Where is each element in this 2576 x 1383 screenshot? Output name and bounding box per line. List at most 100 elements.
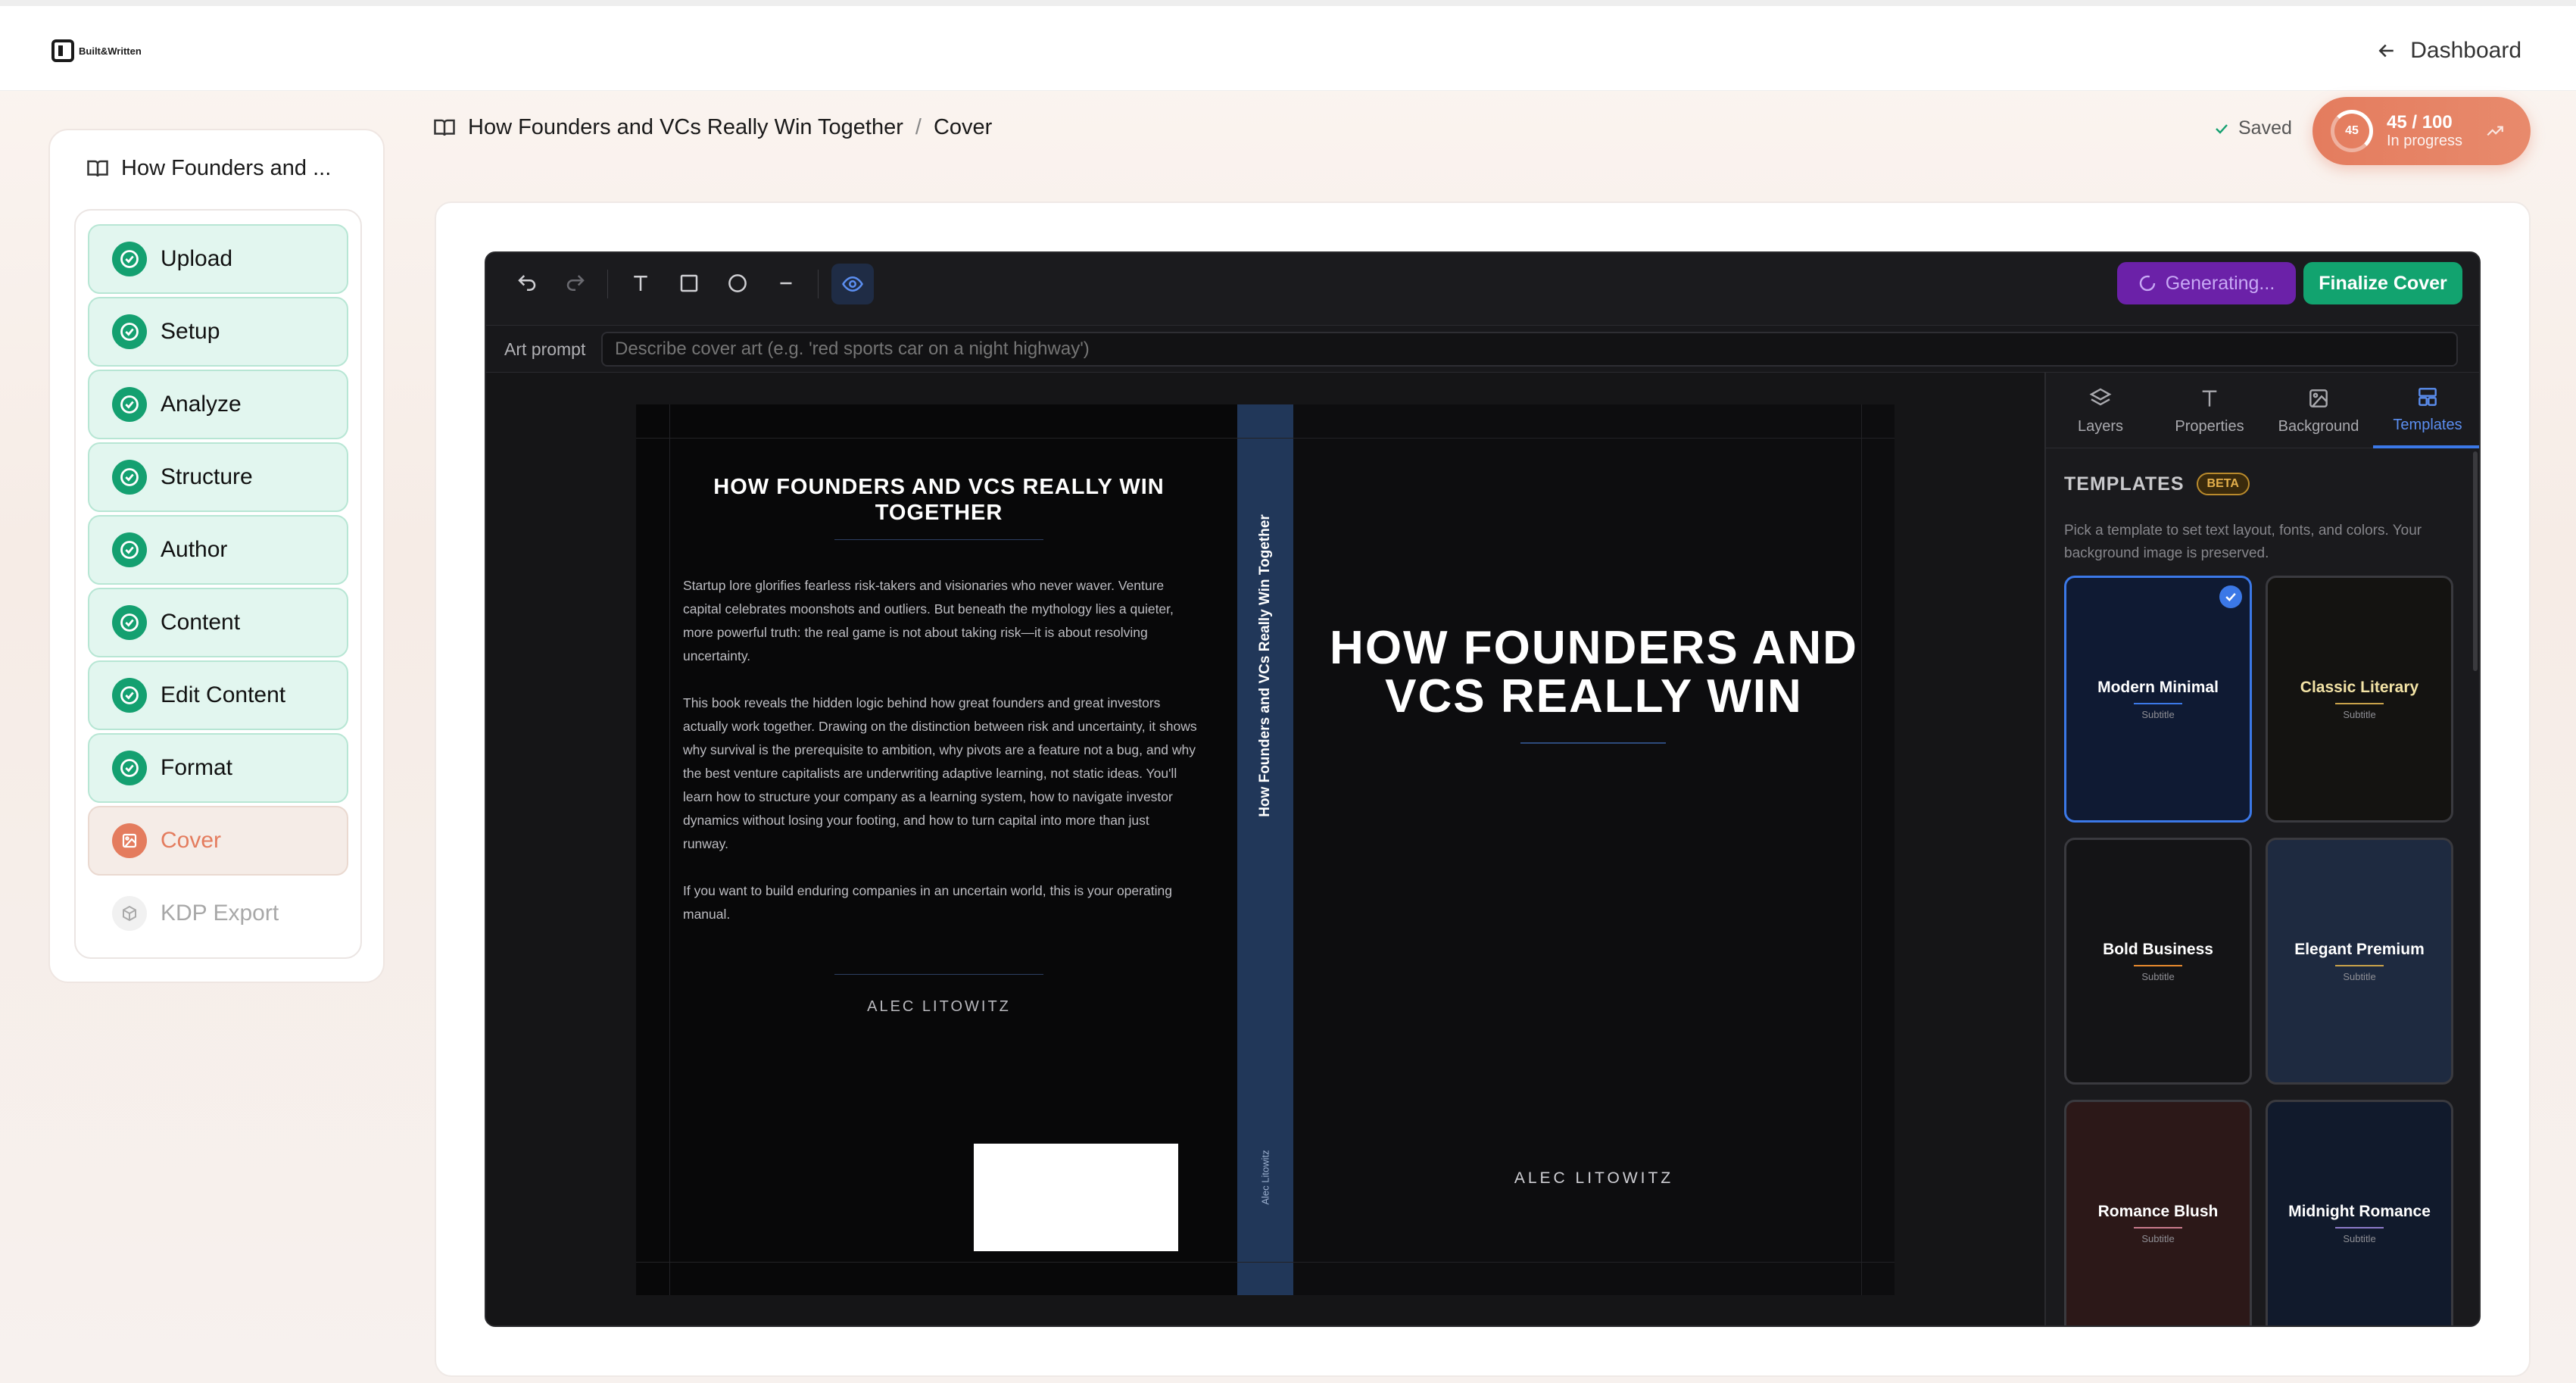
templates-title: TEMPLATES bbox=[2064, 473, 2185, 495]
step-edit-content[interactable]: Edit Content bbox=[88, 660, 348, 730]
sidebar-book-header[interactable]: How Founders and ... bbox=[86, 156, 331, 181]
image-icon bbox=[2309, 389, 2328, 407]
toolbar-divider bbox=[607, 270, 608, 298]
back-cover-blurb[interactable]: Startup lore glorifies fearless risk-tak… bbox=[683, 574, 1198, 950]
step-structure[interactable]: Structure bbox=[88, 442, 348, 512]
dashboard-link[interactable]: Dashboard bbox=[2375, 38, 2521, 64]
rectangle-tool-icon[interactable] bbox=[674, 268, 704, 298]
finalize-cover-button[interactable]: Finalize Cover bbox=[2303, 262, 2462, 304]
template-card[interactable]: Midnight Romance Subtitle bbox=[2266, 1100, 2453, 1325]
cover-canvas[interactable]: HOW FOUNDERS AND VCS REALLY WIN TOGETHER… bbox=[486, 373, 2044, 1325]
front-cover[interactable] bbox=[1293, 404, 1895, 1295]
front-cover-title[interactable]: HOW FOUNDERS AND VCS REALLY WIN bbox=[1308, 624, 1879, 721]
art-prompt-row: Art prompt bbox=[486, 326, 2479, 373]
check-icon bbox=[2216, 123, 2228, 134]
template-subtitle: Subtitle bbox=[2141, 970, 2175, 982]
logo-icon bbox=[51, 39, 74, 62]
check-circle-icon bbox=[112, 751, 147, 785]
check-circle-icon bbox=[112, 242, 147, 276]
back-author-rule bbox=[834, 974, 1043, 975]
bleed-guide bbox=[669, 404, 670, 1295]
step-label: Edit Content bbox=[161, 682, 286, 707]
step-label: Format bbox=[161, 755, 233, 780]
template-card[interactable]: Elegant Premium Subtitle bbox=[2266, 838, 2453, 1085]
tab-templates[interactable]: Templates bbox=[2373, 373, 2479, 448]
generating-button[interactable]: Generating... bbox=[2117, 262, 2296, 304]
panel-scrollbar[interactable] bbox=[2473, 451, 2478, 671]
step-label: Structure bbox=[161, 464, 253, 489]
blurb-paragraph: If you want to build enduring companies … bbox=[683, 883, 1172, 922]
breadcrumb-book[interactable]: How Founders and VCs Really Win Together bbox=[468, 115, 903, 140]
spinner-icon bbox=[2139, 275, 2155, 292]
undo-icon[interactable] bbox=[512, 268, 542, 298]
generating-label: Generating... bbox=[2165, 272, 2275, 294]
beta-badge: BETA bbox=[2196, 473, 2250, 495]
spine-author[interactable]: Alec Litowitz bbox=[1237, 1132, 1293, 1222]
step-label: Analyze bbox=[161, 392, 242, 417]
template-subtitle: Subtitle bbox=[2343, 708, 2376, 720]
template-name: Elegant Premium bbox=[2294, 940, 2425, 958]
progress-ring: 45 bbox=[2331, 110, 2373, 152]
cover-editor: Generating... Finalize Cover Art prompt … bbox=[485, 251, 2481, 1327]
step-author[interactable]: Author bbox=[88, 515, 348, 585]
step-label: Author bbox=[161, 537, 228, 562]
tab-label: Properties bbox=[2175, 417, 2244, 435]
selected-check-icon bbox=[2219, 585, 2242, 608]
template-card[interactable]: Classic Literary Subtitle bbox=[2266, 576, 2453, 823]
progress-label: In progress bbox=[2387, 132, 2463, 149]
template-accent-line bbox=[2134, 1226, 2182, 1228]
line-tool-icon[interactable] bbox=[771, 268, 801, 298]
app-logo[interactable]: Built&Written bbox=[51, 39, 142, 62]
circle-tool-icon[interactable] bbox=[722, 268, 753, 298]
blurb-paragraph: Startup lore glorifies fearless risk-tak… bbox=[683, 578, 1174, 663]
book-icon bbox=[434, 119, 455, 136]
template-card[interactable]: Modern Minimal Subtitle bbox=[2064, 576, 2252, 823]
step-label: Cover bbox=[161, 828, 222, 853]
back-cover-author[interactable]: ALEC LITOWITZ bbox=[681, 998, 1196, 1016]
step-kdp-export: KDP Export bbox=[88, 879, 348, 948]
bleed-guide bbox=[636, 1262, 1895, 1263]
dashboard-label: Dashboard bbox=[2410, 38, 2521, 63]
front-cover-author[interactable]: ALEC LITOWITZ bbox=[1308, 1169, 1879, 1188]
back-cover-title[interactable]: HOW FOUNDERS AND VCS REALLY WIN TOGETHER bbox=[681, 474, 1196, 526]
template-card[interactable]: Bold Business Subtitle bbox=[2064, 838, 2252, 1085]
step-upload[interactable]: Upload bbox=[88, 224, 348, 294]
cover-spread: HOW FOUNDERS AND VCS REALLY WIN TOGETHER… bbox=[636, 404, 1895, 1295]
spine-title[interactable]: How Founders and VCs Really Win Together bbox=[1237, 495, 1293, 836]
back-title-rule bbox=[834, 539, 1043, 540]
package-icon bbox=[112, 896, 147, 931]
step-setup[interactable]: Setup bbox=[88, 297, 348, 367]
template-accent-line bbox=[2335, 702, 2384, 704]
template-card[interactable]: Romance Blush Subtitle bbox=[2064, 1100, 2252, 1325]
preview-eye-icon[interactable] bbox=[831, 264, 874, 304]
step-content[interactable]: Content bbox=[88, 588, 348, 657]
check-circle-icon bbox=[112, 678, 147, 713]
progress-text: 45 / 100 In progress bbox=[2387, 112, 2463, 150]
book-icon bbox=[87, 160, 108, 176]
step-format[interactable]: Format bbox=[88, 733, 348, 803]
breadcrumb-separator: / bbox=[915, 115, 922, 139]
tab-layers[interactable]: Layers bbox=[2046, 373, 2155, 448]
template-accent-line bbox=[2134, 964, 2182, 966]
step-label: KDP Export bbox=[161, 901, 279, 926]
logo-text: Built&Written bbox=[79, 45, 142, 57]
progress-pill[interactable]: 45 45 / 100 In progress bbox=[2312, 97, 2531, 165]
top-bar: Built&Written Dashboard bbox=[0, 0, 2576, 91]
step-analyze[interactable]: Analyze bbox=[88, 370, 348, 439]
check-circle-icon bbox=[112, 605, 147, 640]
step-cover[interactable]: Cover bbox=[88, 806, 348, 876]
text-tool-icon[interactable] bbox=[625, 268, 656, 298]
template-name: Classic Literary bbox=[2300, 678, 2419, 696]
templates-header: TEMPLATES BETA bbox=[2064, 473, 2250, 495]
arrow-left-icon bbox=[2378, 44, 2394, 58]
saved-label: Saved bbox=[2238, 117, 2292, 139]
bleed-guide bbox=[636, 438, 1895, 439]
art-prompt-input[interactable] bbox=[601, 332, 2458, 367]
tab-background[interactable]: Background bbox=[2264, 373, 2373, 448]
step-label: Upload bbox=[161, 246, 233, 271]
template-name: Bold Business bbox=[2103, 940, 2213, 958]
tab-properties[interactable]: Properties bbox=[2155, 373, 2264, 448]
redo-icon[interactable] bbox=[560, 268, 591, 298]
templates-icon bbox=[2419, 387, 2437, 406]
tab-label: Background bbox=[2278, 417, 2359, 435]
